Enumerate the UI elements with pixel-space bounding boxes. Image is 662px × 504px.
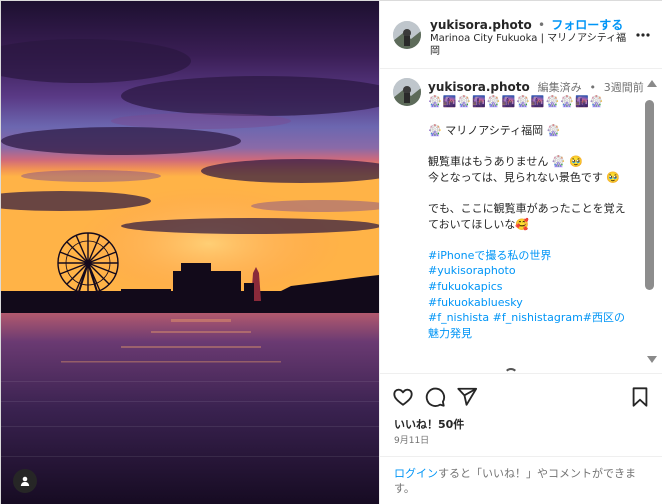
emoji-row: 🎡🌆🎡🌆🎡🌆🎡🌆🎡🎡🌆🎡: [428, 95, 605, 108]
like-count[interactable]: いいね！50件: [394, 416, 464, 432]
instagram-post: yukisora.photo • フォローする Marinoa City Fuk…: [0, 0, 662, 504]
post-header: yukisora.photo • フォローする Marinoa City Fuk…: [380, 1, 662, 69]
hashtag-line: #f_nishista #f_nishistagram#西区の魅力発見: [428, 310, 632, 341]
save-button[interactable]: [630, 386, 650, 411]
scroll-down-arrow-icon[interactable]: [647, 356, 657, 363]
caption-line: 🎡 マリノアシティ福岡 🎡: [428, 124, 561, 137]
post-actions: いいね！50件 9月11日 ログインすると「いいね！」やコメントができます。: [380, 368, 662, 504]
login-prompt-text: ログインすると「いいね！」やコメントができます。: [394, 466, 652, 496]
person-icon: [20, 476, 30, 486]
post-sidebar: yukisora.photo • フォローする Marinoa City Fuk…: [379, 1, 662, 504]
caption-separator: •: [589, 81, 596, 94]
caption-text: 🎡 マリノアシティ福岡 🎡 観覧車はもうありません 🎡 🥹 今となっては、見られ…: [428, 123, 632, 341]
header-user-line: yukisora.photo • フォローする: [430, 16, 623, 33]
caption-line: でも、ここに観覧車があったことを覚えておいてほしいな🥰: [428, 201, 626, 231]
scroll-up-arrow-icon[interactable]: [647, 80, 657, 87]
hashtag-link[interactable]: #iPhoneで撮る私の世界: [428, 248, 632, 264]
caption-avatar[interactable]: [393, 78, 421, 106]
caption-header: yukisora.photo 編集済み • 3週間前: [428, 79, 644, 95]
header-username[interactable]: yukisora.photo: [430, 18, 532, 32]
more-icon: [636, 33, 650, 37]
follow-button[interactable]: フォローする: [551, 18, 623, 32]
more-options-button[interactable]: [636, 27, 650, 40]
login-prompt: ログインすると「いいね！」やコメントができます。: [380, 456, 662, 504]
time-ago[interactable]: 3週間前: [604, 81, 644, 94]
heart-icon[interactable]: [392, 386, 414, 408]
bookmark-icon: [632, 387, 648, 407]
hashtag-link[interactable]: #fukuokapics: [428, 279, 632, 295]
caption-line: 観覧車はもうありません 🎡 🥹: [428, 155, 583, 169]
action-icons: [392, 386, 478, 410]
sunset-harbor-image: [1, 1, 379, 504]
loading-spinner-icon: [504, 368, 518, 382]
header-separator: •: [537, 18, 546, 32]
edited-label: 編集済み: [537, 81, 582, 94]
hashtag-link[interactable]: #f_nishistagram: [493, 311, 583, 324]
share-icon[interactable]: [456, 386, 478, 408]
caption-scrollbar[interactable]: [644, 76, 657, 366]
comment-icon[interactable]: [424, 386, 446, 408]
hashtag-link[interactable]: #f_nishista: [428, 311, 489, 324]
caption-line: 今となっては、見られない景色です 🥹: [428, 170, 621, 184]
caption-section: yukisora.photo 編集済み • 3週間前 🎡🌆🎡🌆🎡🌆🎡🌆🎡🎡🌆🎡 …: [380, 70, 662, 372]
hashtag-link[interactable]: #fukuokabluesky: [428, 295, 632, 311]
caption-username[interactable]: yukisora.photo: [428, 80, 530, 94]
author-avatar[interactable]: [393, 21, 421, 49]
scrollbar-thumb[interactable]: [645, 100, 654, 290]
login-link[interactable]: ログイン: [394, 467, 438, 480]
location-link[interactable]: Marinoa City Fukuoka | マリノアシティ福岡: [430, 32, 630, 58]
post-photo[interactable]: [1, 1, 379, 504]
hashtag-link[interactable]: #yukisoraphoto: [428, 263, 632, 279]
post-date[interactable]: 9月11日: [394, 433, 429, 446]
tagged-users-button[interactable]: [13, 469, 37, 493]
